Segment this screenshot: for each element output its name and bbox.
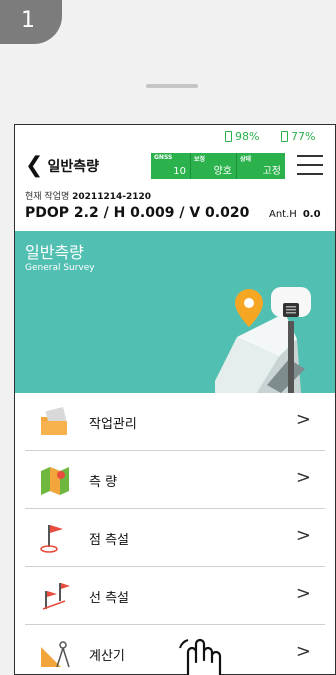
calculator-icon (41, 641, 70, 668)
banner-title: 일반측량 (25, 243, 84, 262)
app-screen: 98% 77% ❮ 일반측량 GNSS 10 보정 양호 상태 고정 현재 작업… (14, 124, 336, 675)
flag-icon (40, 525, 63, 553)
ant-h-label: Ant.H (269, 209, 297, 220)
gnss-status-box: GNSS 10 보정 양호 상태 고정 (151, 153, 285, 179)
battery-b-value: 77% (291, 130, 316, 143)
correction-cell: 보정 양호 (191, 153, 237, 179)
battery-icon (225, 131, 232, 142)
tap-hand-icon (179, 638, 222, 675)
battery-icon (281, 131, 288, 142)
banner-subtitle: General Survey (25, 263, 95, 273)
menu-label: 선 측설 (89, 591, 130, 606)
job-label: 현재 작업명 (25, 192, 70, 202)
pdop-readout: PDOP 2.2 / H 0.009 / V 0.020 (25, 205, 250, 221)
battery-a: 98% (225, 130, 259, 143)
gnss-caption: GNSS (154, 154, 173, 161)
chevron-right-icon: > (295, 641, 311, 662)
survey-banner: 일반측량 General Survey (15, 231, 335, 393)
current-job: 현재 작업명 20211214-2120 (25, 189, 151, 202)
chevron-left-icon: ❮ (25, 153, 44, 178)
menu-label: 계산기 (89, 649, 125, 664)
fix-state-value: 고정 (262, 166, 281, 177)
fix-state-cell: 상태 고정 (237, 153, 285, 179)
folder-icon (41, 407, 67, 435)
ant-h-value: 0.0 (302, 209, 321, 220)
gnss-receiver-illustration (215, 287, 311, 393)
chevron-right-icon: > (295, 525, 311, 546)
chevron-right-icon: > (295, 409, 311, 430)
back-button[interactable]: ❮ 일반측량 (25, 153, 99, 179)
phone-speaker (146, 84, 198, 88)
chevron-right-icon: > (295, 583, 311, 604)
hamburger-menu-icon[interactable] (297, 155, 323, 175)
correction-value: 양호 (213, 166, 232, 177)
menu-item-survey[interactable]: 측 량 > (25, 451, 325, 509)
battery-b: 77% (281, 130, 315, 143)
chevron-right-icon: > (295, 467, 311, 488)
antenna-height: Ant.H 0.0 (269, 209, 321, 220)
gnss-count-cell: GNSS 10 (151, 153, 191, 179)
menu-label: 작업관리 (89, 417, 137, 432)
gnss-value: 10 (173, 166, 186, 177)
status-bar: 98% 77% (15, 125, 335, 147)
menu-label: 측 량 (89, 475, 118, 490)
fix-state-caption: 상태 (240, 156, 252, 163)
battery-a-value: 98% (235, 130, 260, 143)
map-icon (41, 467, 69, 495)
menu-label: 점 측설 (89, 533, 130, 548)
menu-item-point-stakeout[interactable]: 점 측설 > (25, 509, 325, 567)
correction-caption: 보정 (194, 156, 206, 163)
menu-item-job-management[interactable]: 작업관리 > (25, 393, 325, 451)
back-label: 일반측량 (47, 159, 99, 175)
app-header: ❮ 일반측량 GNSS 10 보정 양호 상태 고정 (15, 147, 335, 183)
flags-icon (42, 583, 70, 610)
job-name: 20211214-2120 (72, 192, 152, 202)
menu-item-line-stakeout[interactable]: 선 측설 > (25, 567, 325, 625)
